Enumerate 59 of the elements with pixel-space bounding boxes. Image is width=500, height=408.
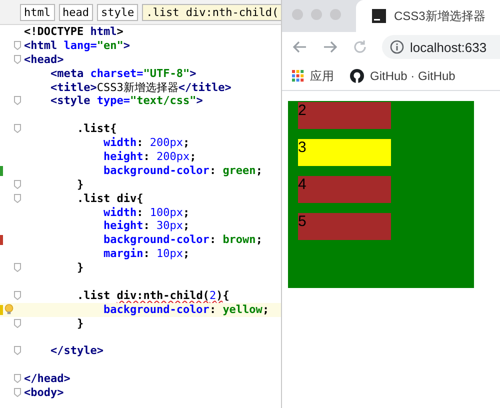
info-icon[interactable] [390, 40, 404, 54]
bookmark[interactable]: GitHub · GitHub [350, 69, 456, 83]
list-item: 3 [298, 139, 391, 166]
code-line: background-color: green; [102, 164, 262, 178]
list-item: 4 [298, 176, 391, 203]
breadcrumb[interactable]: head [58, 4, 93, 20]
back-icon[interactable] [292, 39, 308, 55]
reload-icon[interactable] [352, 39, 368, 55]
code-line: } [76, 316, 84, 331]
apps-grid-icon [292, 70, 304, 82]
code-line: background-color: brown; [102, 233, 262, 248]
code-line: background-color: yellow; [102, 302, 270, 317]
favicon-icon [372, 9, 386, 23]
fold-icon[interactable] [14, 263, 21, 272]
code-line: height: 200px; [102, 150, 196, 164]
window-control[interactable] [292, 9, 303, 20]
list-item: 2 [298, 102, 391, 129]
breadcrumb[interactable]: html [20, 4, 54, 20]
url-text: localhost:633 [410, 40, 487, 54]
code-line: </style> [49, 344, 104, 358]
breadcrumb[interactable]: style [97, 4, 138, 20]
code-line: <html lang="en"> [24, 38, 130, 53]
fold-icon[interactable] [14, 180, 21, 189]
code-line: <body> [24, 386, 64, 400]
fold-icon[interactable] [14, 124, 21, 134]
code-line: } [76, 178, 84, 192]
fold-icon[interactable] [14, 40, 21, 50]
code-line: <title>CSS3新增选择器</title> [49, 80, 232, 94]
code-line: .list{ [76, 122, 117, 136]
breadcrumb[interactable]: .list div:nth-child( [142, 4, 281, 20]
code-line: </head> [24, 372, 70, 386]
fold-icon[interactable] [14, 374, 21, 384]
bookmark[interactable]: 应用 [292, 68, 334, 84]
code-line: <head> [24, 52, 64, 67]
fold-icon[interactable] [14, 290, 21, 300]
fold-icon[interactable] [14, 346, 21, 356]
fold-icon[interactable] [14, 318, 21, 328]
fold-icon[interactable] [14, 194, 21, 203]
code-line: <style type="text/css"> [49, 94, 203, 108]
browser-tab[interactable]: CSS3新增选择器 [356, 0, 500, 32]
fold-icon[interactable] [14, 388, 21, 398]
lightbulb-icon[interactable] [4, 302, 14, 316]
code-line: } [76, 261, 84, 276]
cat-logo-icon [350, 69, 364, 83]
address-bar[interactable]: localhost:633 [382, 35, 500, 59]
code-line: <meta charset="UTF-8"> [49, 66, 196, 81]
window-control[interactable] [330, 9, 341, 20]
list-item: 5 [298, 213, 391, 240]
code-line: margin: 10px; [102, 247, 190, 262]
code-line: width: 100px; [102, 206, 190, 220]
fold-icon[interactable] [14, 54, 21, 64]
code-line: width: 200px; [102, 136, 190, 150]
fold-icon[interactable] [14, 96, 21, 106]
window-control[interactable] [311, 9, 322, 20]
forward-icon[interactable] [322, 39, 338, 55]
code-line: .list div:nth-child(2){ [76, 288, 230, 303]
code-line: .list div{ [76, 192, 144, 206]
code-line: height: 30px; [102, 219, 190, 234]
code-line: <!DOCTYPE html> [24, 25, 124, 39]
